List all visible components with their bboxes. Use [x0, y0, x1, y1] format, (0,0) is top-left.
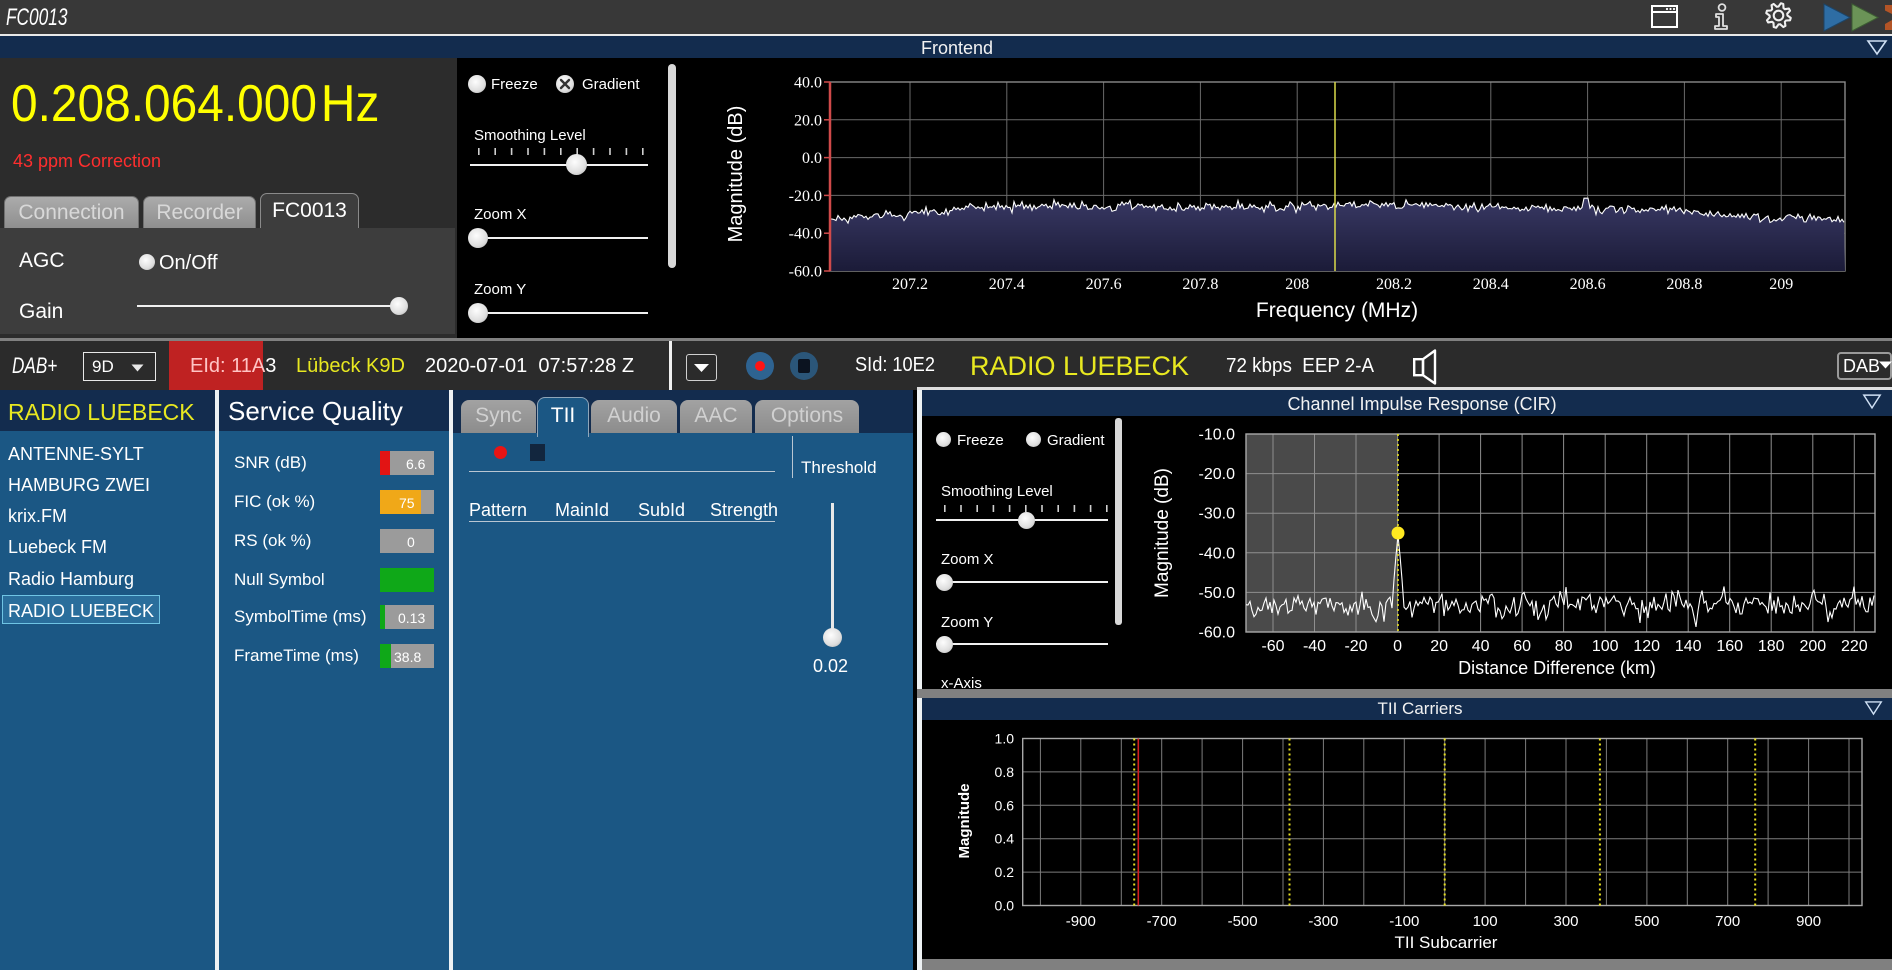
svg-text:-30.0: -30.0	[1199, 506, 1236, 523]
svg-text:209: 209	[1769, 276, 1793, 293]
svg-text:0.6: 0.6	[995, 797, 1015, 813]
svg-text:-60: -60	[1261, 638, 1284, 655]
svg-text:1.0: 1.0	[995, 731, 1015, 747]
svg-text:208: 208	[1285, 276, 1309, 293]
svg-text:-40.0: -40.0	[789, 226, 822, 243]
svg-text:40.0: 40.0	[794, 75, 822, 92]
svg-text:0.4: 0.4	[995, 831, 1015, 847]
svg-text:0.0: 0.0	[995, 898, 1015, 914]
svg-text:-60.0: -60.0	[1199, 625, 1236, 642]
svg-text:Magnitude (dB): Magnitude (dB)	[725, 106, 747, 243]
svg-text:140: 140	[1675, 638, 1702, 655]
svg-text:Distance Difference (km): Distance Difference (km)	[1458, 658, 1656, 678]
svg-text:207.2: 207.2	[892, 276, 928, 293]
svg-text:220: 220	[1841, 638, 1868, 655]
svg-text:208.4: 208.4	[1473, 276, 1509, 293]
svg-text:100: 100	[1473, 913, 1498, 930]
svg-text:500: 500	[1634, 913, 1659, 930]
svg-text:-50.0: -50.0	[1199, 585, 1236, 602]
svg-text:-60.0: -60.0	[789, 264, 822, 281]
svg-text:208.6: 208.6	[1570, 276, 1606, 293]
svg-text:-20: -20	[1344, 638, 1367, 655]
svg-text:-900: -900	[1066, 913, 1096, 930]
svg-text:-500: -500	[1228, 913, 1258, 930]
svg-text:20.0: 20.0	[794, 112, 822, 129]
svg-text:0: 0	[1393, 638, 1402, 655]
svg-text:-700: -700	[1147, 913, 1177, 930]
svg-text:-20.0: -20.0	[1199, 466, 1236, 483]
svg-text:-40: -40	[1303, 638, 1326, 655]
svg-text:40: 40	[1472, 638, 1490, 655]
svg-text:0.8: 0.8	[995, 764, 1015, 780]
svg-text:Frequency (MHz): Frequency (MHz)	[1256, 299, 1418, 322]
svg-text:207.4: 207.4	[989, 276, 1025, 293]
svg-text:200: 200	[1799, 638, 1826, 655]
svg-text:-40.0: -40.0	[1199, 545, 1236, 562]
svg-text:300: 300	[1553, 913, 1578, 930]
svg-text:207.6: 207.6	[1086, 276, 1122, 293]
svg-text:208.8: 208.8	[1666, 276, 1702, 293]
svg-text:-20.0: -20.0	[789, 188, 822, 205]
svg-text:Magnitude (dB): Magnitude (dB)	[1152, 468, 1173, 598]
svg-text:-10.0: -10.0	[1199, 427, 1236, 444]
svg-text:900: 900	[1796, 913, 1821, 930]
svg-text:20: 20	[1430, 638, 1448, 655]
svg-text:120: 120	[1633, 638, 1660, 655]
svg-text:-100: -100	[1389, 913, 1419, 930]
svg-text:80: 80	[1555, 638, 1573, 655]
svg-text:180: 180	[1758, 638, 1785, 655]
svg-text:208.2: 208.2	[1376, 276, 1412, 293]
svg-text:60: 60	[1513, 638, 1531, 655]
svg-text:700: 700	[1715, 913, 1740, 930]
svg-text:207.8: 207.8	[1182, 276, 1218, 293]
svg-text:0.2: 0.2	[995, 864, 1015, 880]
svg-text:Magnitude: Magnitude	[956, 784, 973, 859]
svg-text:100: 100	[1592, 638, 1619, 655]
svg-text:TII Subcarrier: TII Subcarrier	[1395, 933, 1498, 952]
svg-text:0.0: 0.0	[802, 150, 822, 167]
svg-text:160: 160	[1716, 638, 1743, 655]
svg-text:-300: -300	[1308, 913, 1338, 930]
